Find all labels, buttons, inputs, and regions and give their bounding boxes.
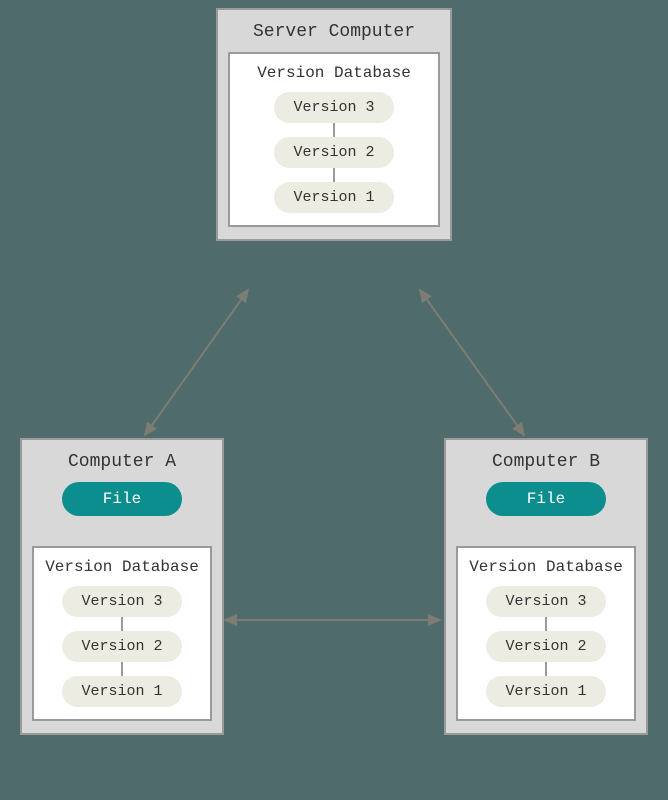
version-connector (545, 662, 547, 676)
server-computer-box: Server Computer Version Database Version… (216, 8, 452, 241)
computer-a-db-title: Version Database (42, 558, 202, 576)
version-pill: Version 1 (62, 676, 182, 707)
version-pill: Version 2 (486, 631, 606, 662)
version-connector (333, 123, 335, 137)
computer-b-box: Computer B File Version Database Version… (444, 438, 648, 735)
version-pill: Version 1 (274, 182, 394, 213)
version-connector (121, 662, 123, 676)
computer-b-title: Computer B (456, 452, 636, 472)
server-version-database: Version Database Version 3 Version 2 Ver… (228, 52, 440, 227)
computer-a-box: Computer A File Version Database Version… (20, 438, 224, 735)
version-pill: Version 3 (486, 586, 606, 617)
file-pill: File (486, 482, 606, 516)
computer-b-version-database: Version Database Version 3 Version 2 Ver… (456, 546, 636, 721)
version-pill: Version 3 (274, 92, 394, 123)
version-connector (121, 617, 123, 631)
computer-a-title: Computer A (32, 452, 212, 472)
version-pill: Version 3 (62, 586, 182, 617)
version-connector (545, 617, 547, 631)
computer-b-db-title: Version Database (466, 558, 626, 576)
computer-a-version-database: Version Database Version 3 Version 2 Ver… (32, 546, 212, 721)
version-pill: Version 2 (62, 631, 182, 662)
version-pill: Version 2 (274, 137, 394, 168)
server-db-title: Version Database (238, 64, 430, 82)
file-pill: File (62, 482, 182, 516)
server-title: Server Computer (228, 22, 440, 42)
version-pill: Version 1 (486, 676, 606, 707)
version-connector (333, 168, 335, 182)
